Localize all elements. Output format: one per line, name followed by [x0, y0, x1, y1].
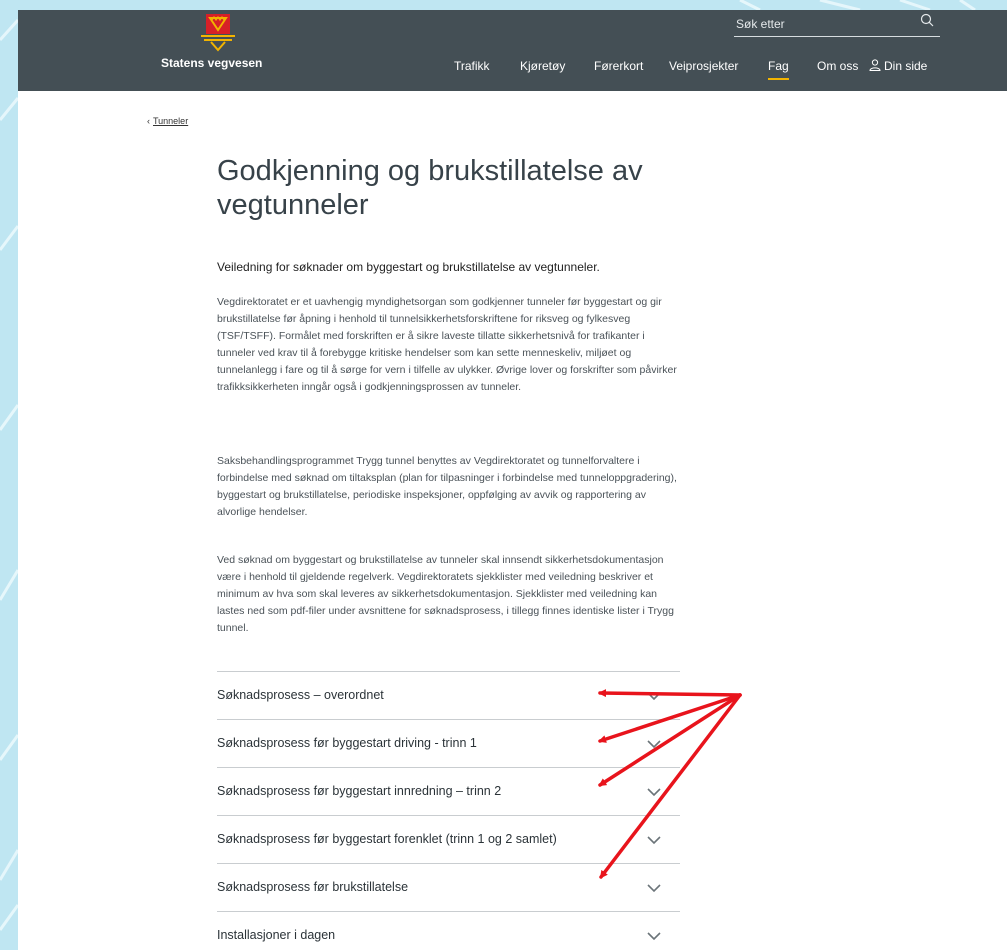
- nav-item-veiprosjekter[interactable]: Veiprosjekter: [669, 58, 738, 80]
- main-navigation: Trafikk Kjøretøy Førerkort Veiprosjekter…: [18, 58, 1007, 80]
- accordion-item-label: Installasjoner i dagen: [217, 928, 336, 942]
- active-indicator: [768, 78, 789, 80]
- accordion-item-label: Søknadsprosess før byggestart innredning…: [217, 784, 502, 798]
- nav-item-label: Veiprosjekter: [669, 59, 739, 73]
- chevron-down-icon: [647, 788, 661, 797]
- nav-item-label: Din side: [884, 59, 928, 73]
- nav-item-label: Kjøretøy: [520, 59, 566, 73]
- accordion-item[interactable]: Søknadsprosess før byggestart forenklet …: [217, 816, 680, 864]
- breadcrumb: ‹ Tunneler: [147, 116, 188, 126]
- nav-item-label: Om oss: [817, 59, 859, 73]
- search-input[interactable]: [734, 14, 908, 34]
- nav-item-label: Førerkort: [594, 59, 644, 73]
- chevron-left-icon: ‹: [147, 116, 150, 126]
- accordion-item-label: Søknadsprosess før byggestart forenklet …: [217, 832, 557, 846]
- logo-emblem-icon: [201, 14, 235, 52]
- nav-item-forerkort[interactable]: Førerkort: [594, 58, 643, 80]
- chevron-down-icon: [647, 692, 661, 701]
- accordion-item[interactable]: Søknadsprosess før brukstillatelse: [217, 864, 680, 912]
- chevron-down-icon: [647, 932, 661, 941]
- chevron-down-icon: [647, 836, 661, 845]
- accordion-item-label: Søknadsprosess før byggestart driving - …: [217, 736, 477, 750]
- body-paragraph: Ved søknad om byggestart og brukstillate…: [217, 554, 674, 634]
- search-icon[interactable]: [920, 13, 934, 27]
- nav-item-kjoretoy[interactable]: Kjøretøy: [520, 58, 565, 80]
- chevron-down-icon: [647, 884, 661, 893]
- body-paragraph: Saksbehandlingsprogrammet Trygg tunnel b…: [217, 455, 677, 518]
- nav-item-din-side[interactable]: Din side: [869, 58, 927, 80]
- accordion-item[interactable]: Installasjoner i dagen: [217, 912, 680, 950]
- accordion-item-label: Søknadsprosess – overordnet: [217, 688, 384, 702]
- breadcrumb-link[interactable]: Tunneler: [153, 116, 188, 126]
- lead-paragraph: Veiledning for søknader om byggestart og…: [217, 260, 600, 274]
- page-title: Godkjenning og brukstillatelse av vegtun…: [217, 155, 643, 221]
- chevron-down-icon: [647, 740, 661, 749]
- page-frame: Statens vegvesen Trafikk Kjøretøy Førerk…: [18, 10, 1007, 950]
- body-paragraph: Vegdirektoratet er et uavhengig myndighe…: [217, 296, 677, 393]
- accordion-item[interactable]: Søknadsprosess før byggestart innredning…: [217, 768, 680, 816]
- person-icon: [869, 59, 881, 71]
- search-box: [734, 10, 940, 37]
- accordion-item[interactable]: Søknadsprosess – overordnet: [217, 672, 680, 720]
- nav-item-label: Trafikk: [454, 59, 490, 73]
- nav-item-label: Fag: [768, 59, 789, 73]
- accordion-item[interactable]: Søknadsprosess før byggestart driving - …: [217, 720, 680, 768]
- nav-item-trafikk[interactable]: Trafikk: [454, 58, 490, 80]
- nav-item-fag[interactable]: Fag: [768, 58, 789, 80]
- nav-item-om-oss[interactable]: Om oss: [817, 58, 858, 80]
- accordion-item-label: Søknadsprosess før brukstillatelse: [217, 880, 409, 894]
- accordion: Søknadsprosess – overordnet Søknadsprose…: [217, 671, 680, 950]
- site-header: Statens vegvesen Trafikk Kjøretøy Førerk…: [18, 10, 1007, 91]
